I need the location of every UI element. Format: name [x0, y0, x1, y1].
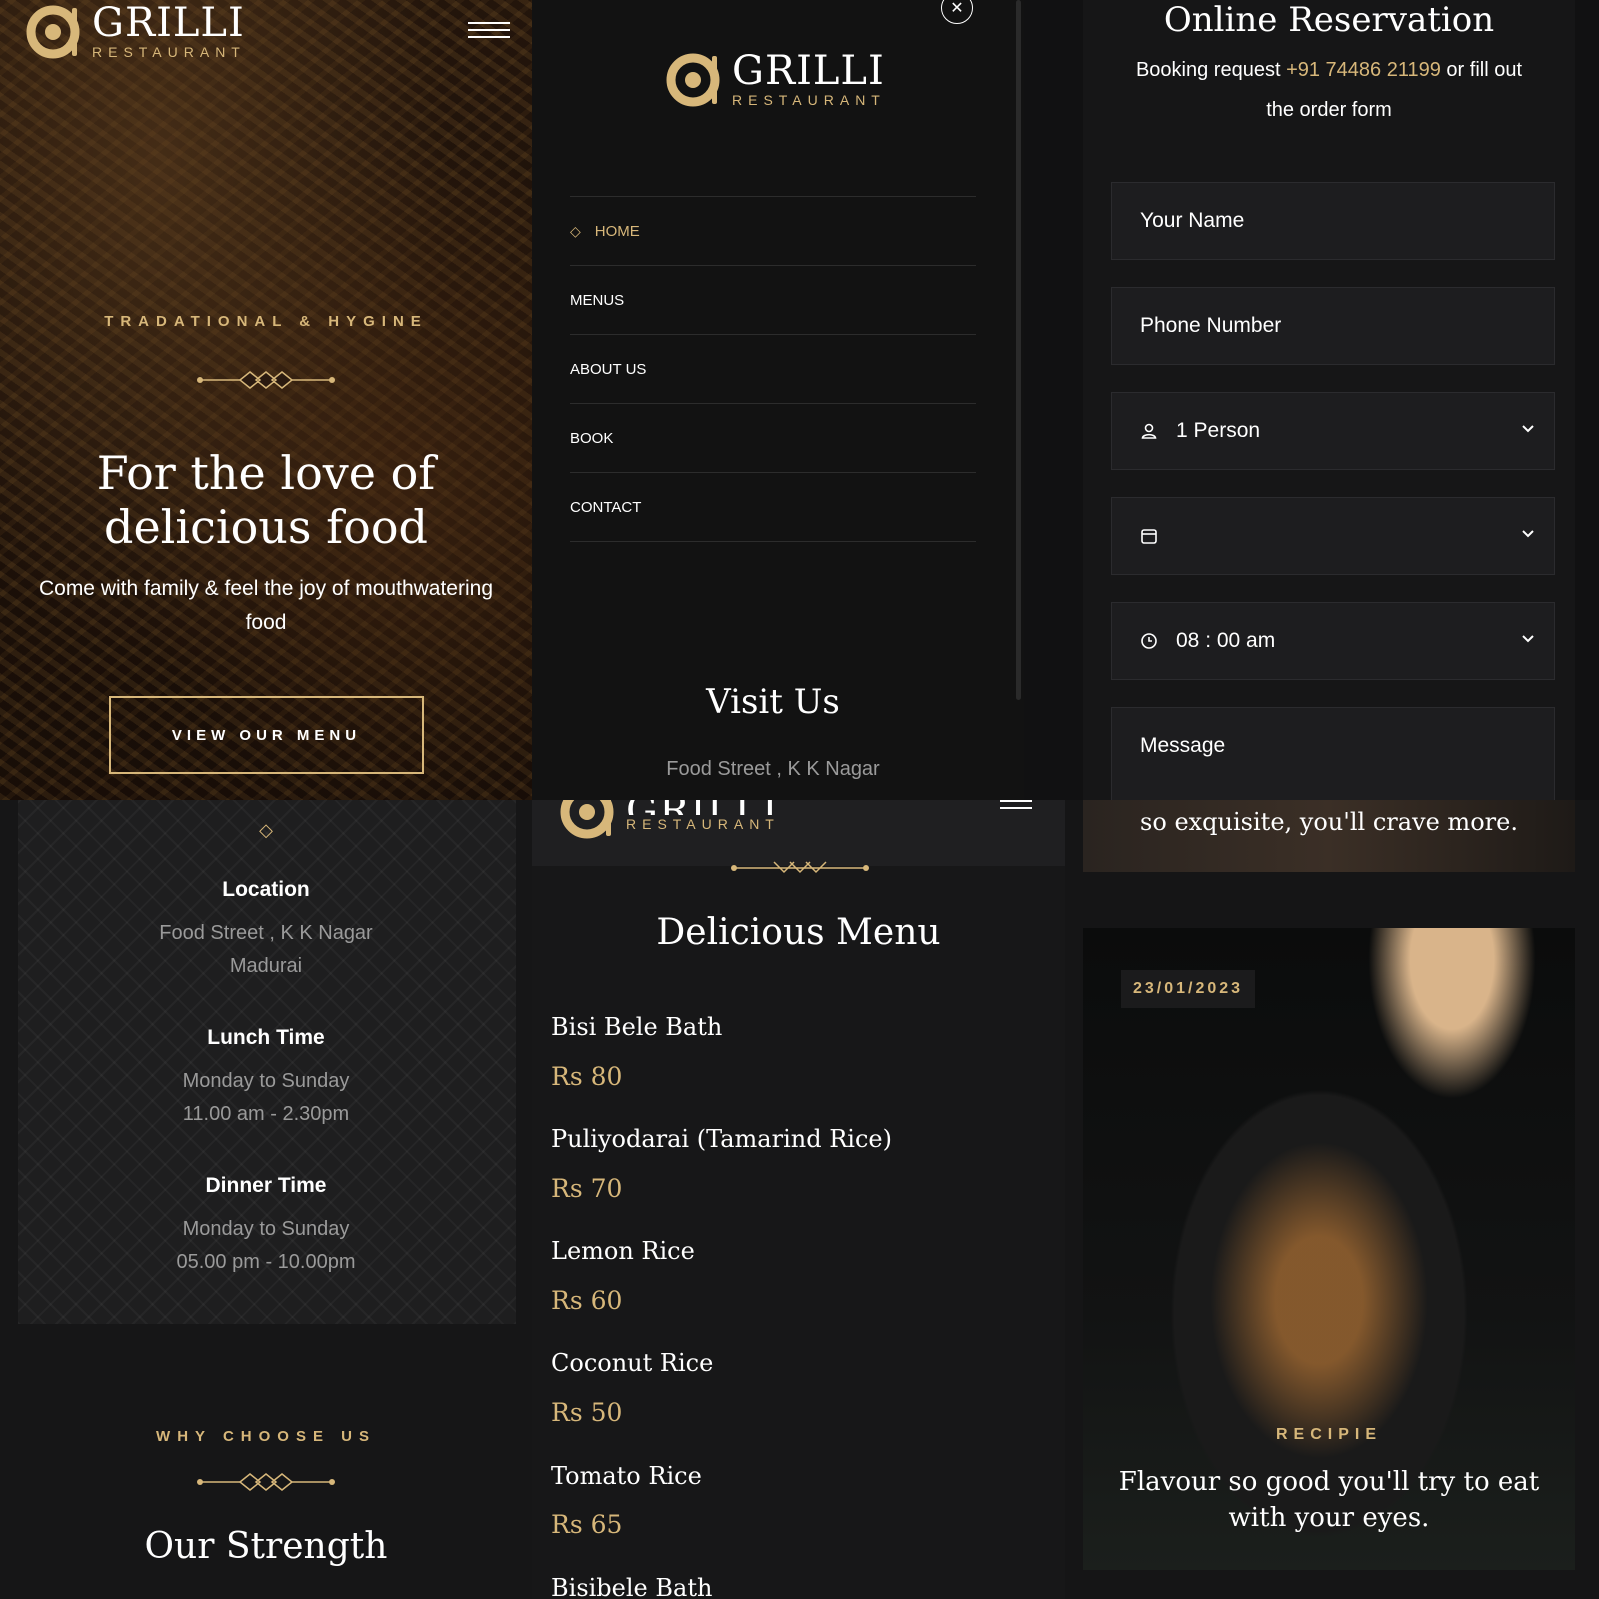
- menu-item-name[interactable]: Tomato Rice: [551, 1462, 702, 1490]
- location-line1: Food Street , K K Nagar: [159, 922, 373, 944]
- menu-item-name[interactable]: Lemon Rice: [551, 1237, 695, 1265]
- dinner-days: Monday to Sunday: [182, 1218, 350, 1240]
- date-select[interactable]: [1111, 497, 1555, 575]
- brand-tagline: RESTAURANT: [626, 816, 780, 832]
- hero-subtitle: Come with family & feel the joy of mouth…: [38, 577, 494, 634]
- dinner-hours: 05.00 pm - 10.00pm: [176, 1251, 356, 1273]
- blog-title[interactable]: Flavour so good you'll try to eat with y…: [1083, 1464, 1575, 1536]
- nav-item-home[interactable]: ◇ HOME: [570, 197, 976, 266]
- reservation-title: Online Reservation: [1163, 0, 1495, 40]
- reservation-intro: Booking request +91 74486 21199 or fill …: [1135, 59, 1523, 121]
- mobile-nav-panel: ✕ GRILLI RESTAURANT ◇ HOME MENUS ABOUT U…: [532, 0, 1065, 800]
- nav-item-menus[interactable]: MENUS: [570, 266, 976, 335]
- menu-item-price: Rs 65: [551, 1510, 623, 1539]
- date-badge: 23/01/2023: [1121, 970, 1256, 1008]
- menu-item-price: Rs 80: [551, 1062, 623, 1091]
- diamond-icon: ◇: [570, 222, 581, 239]
- hero-title: For the love of delicious food: [96, 446, 436, 554]
- blog-category[interactable]: RECIPIE: [1083, 1426, 1575, 1444]
- brand-name: GRILLI: [626, 800, 780, 815]
- close-icon[interactable]: ✕: [941, 0, 973, 24]
- brand-logo[interactable]: GRILLI RESTAURANT: [26, 2, 246, 60]
- chevron-down-icon: [1522, 425, 1534, 433]
- booking-phone-link[interactable]: +91 74486 21199: [1286, 59, 1441, 81]
- hero-image-overlay: [0, 0, 532, 800]
- user-icon: [1140, 422, 1162, 440]
- diamond-icon: ◇: [259, 820, 273, 840]
- nav-drawer: ✕ GRILLI RESTAURANT ◇ HOME MENUS ABOUT U…: [532, 0, 1024, 800]
- location-title: Location: [222, 878, 310, 901]
- ornament-divider-icon: [197, 371, 335, 389]
- phone-input[interactable]: Phone Number: [1111, 287, 1555, 365]
- blog-top-text: so exquisite, you'll crave more.: [1140, 808, 1518, 836]
- message-textarea[interactable]: Message: [1111, 707, 1555, 800]
- calendar-icon: [1140, 527, 1162, 545]
- brand-name: GRILLI: [92, 0, 245, 46]
- info-panel: ◇ Location Food Street , K K Nagar Madur…: [0, 800, 532, 1599]
- visit-us-title: Visit Us: [706, 682, 840, 722]
- brand-tagline: RESTAURANT: [732, 92, 886, 108]
- chevron-down-icon: [1522, 635, 1534, 643]
- dinner-title: Dinner Time: [205, 1174, 327, 1197]
- time-select[interactable]: 08 : 00 am: [1111, 602, 1555, 680]
- nav-item-book[interactable]: BOOK: [570, 404, 976, 473]
- view-menu-button[interactable]: VIEW OUR MENU: [109, 696, 424, 774]
- brand-name: GRILLI: [732, 48, 885, 94]
- menu-item-price: Rs 60: [551, 1286, 623, 1315]
- location-line2: Madurai: [229, 955, 303, 977]
- chevron-down-icon: [1522, 530, 1534, 538]
- strength-title: Our Strength: [144, 1526, 388, 1567]
- logo-icon: [560, 800, 614, 839]
- app-root: GRILLI RESTAURANT TRADATIONAL & HYGINE F…: [0, 0, 1599, 1599]
- why-choose-eyebrow: WHY CHOOSE US: [156, 1428, 376, 1445]
- drawer-logo[interactable]: GRILLI RESTAURANT: [666, 50, 886, 108]
- menu-item-price: Rs 50: [551, 1398, 623, 1427]
- menu-panel: GRILLI RESTAURANT Delicious Menu Bisi Be…: [532, 800, 1065, 1599]
- hero-panel: GRILLI RESTAURANT TRADATIONAL & HYGINE F…: [0, 0, 532, 800]
- menu-item-name[interactable]: Puliyodarai (Tamarind Rice): [551, 1125, 892, 1153]
- hamburger-menu-icon[interactable]: [468, 22, 510, 42]
- drawer-scrollbar[interactable]: [1016, 0, 1021, 700]
- nav-item-about[interactable]: ABOUT US: [570, 335, 976, 404]
- menu-item-name[interactable]: Coconut Rice: [551, 1349, 713, 1377]
- name-input[interactable]: Your Name: [1111, 182, 1555, 260]
- persons-select[interactable]: 1 Person: [1111, 392, 1555, 470]
- clock-icon: [1140, 632, 1162, 650]
- lunch-title: Lunch Time: [207, 1026, 325, 1049]
- menu-title: Delicious Menu: [656, 912, 941, 953]
- logo-icon: [666, 53, 720, 107]
- lunch-hours: 11.00 am - 2.30pm: [182, 1103, 350, 1125]
- nav-item-contact[interactable]: CONTACT: [570, 473, 976, 542]
- reservation-panel: Online Reservation Booking request +91 7…: [1065, 0, 1599, 800]
- blog-panel: so exquisite, you'll crave more. 23/01/2…: [1065, 800, 1599, 1599]
- header-logo[interactable]: GRILLI RESTAURANT: [560, 800, 780, 840]
- visit-address: Food Street , K K Nagar: [666, 758, 880, 780]
- brand-tagline: RESTAURANT: [92, 44, 246, 60]
- hamburger-menu-icon[interactable]: [1000, 800, 1032, 820]
- logo-icon: [26, 5, 80, 59]
- lunch-days: Monday to Sunday: [182, 1070, 350, 1092]
- menu-item-name[interactable]: Bisibele Bath: [551, 1574, 712, 1599]
- hero-eyebrow: TRADATIONAL & HYGINE: [104, 313, 428, 330]
- menu-item-price: Rs 70: [551, 1174, 623, 1203]
- menu-item-name[interactable]: Bisi Bele Bath: [551, 1013, 722, 1041]
- ornament-divider-icon: [731, 861, 869, 874]
- ornament-divider-icon: [197, 1473, 335, 1491]
